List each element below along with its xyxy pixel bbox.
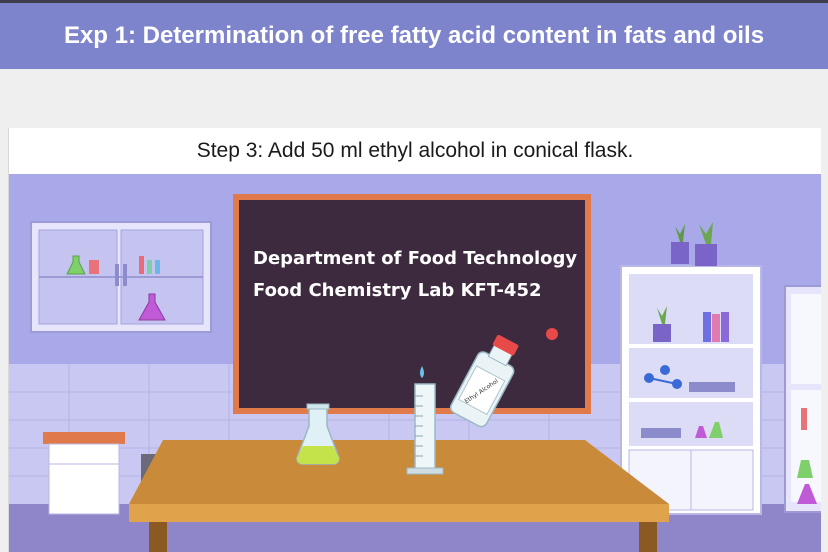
board-line-department: Department of Food Technology (253, 248, 577, 269)
lab-scene: Department of Food Technology Food Chemi… (9, 174, 821, 552)
board-line-lab: Food Chemistry Lab KFT-452 (253, 280, 542, 301)
experiment-header: Exp 1: Determination of free fatty acid … (0, 3, 828, 69)
shelf-unit (620, 222, 762, 515)
chalkboard (233, 194, 591, 414)
experiment-title: Exp 1: Determination of free fatty acid … (63, 22, 765, 49)
wall-cabinet (30, 221, 212, 333)
step-instruction: Step 3: Add 50 ml ethyl alcohol in conic… (196, 139, 634, 162)
simulation-panel: Step 3: Add 50 ml ethyl alcohol in conic… (8, 128, 821, 552)
lab-fridge (784, 285, 821, 513)
